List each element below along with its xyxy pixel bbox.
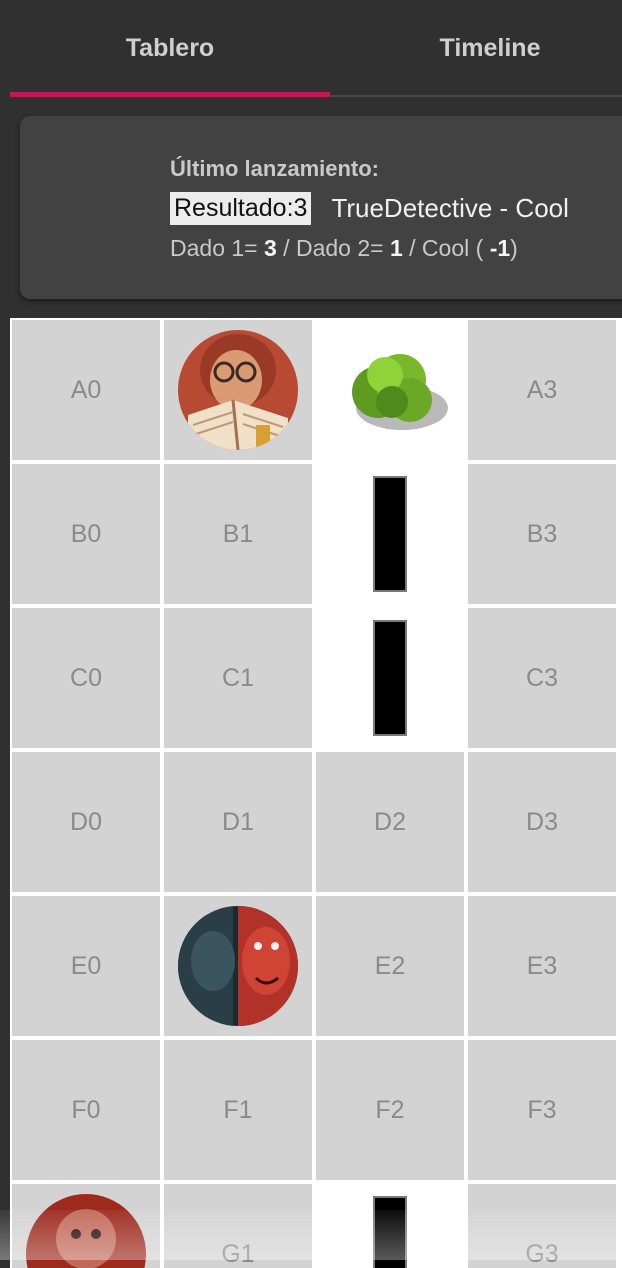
cell-label: F0 xyxy=(71,1096,100,1125)
board-cell-b3[interactable]: B3 xyxy=(468,464,616,604)
wall-piece[interactable] xyxy=(373,1196,407,1268)
roll-player: TrueDetective - Cool xyxy=(331,193,568,224)
cell-label: C1 xyxy=(222,664,254,693)
board-cell-e0[interactable]: E0 xyxy=(12,896,160,1036)
bush-icon[interactable] xyxy=(330,330,450,450)
dice-detail: Dado 1= 3 / Dado 2= 1 / Cool ( -1) xyxy=(170,235,518,262)
cell-label: E2 xyxy=(375,952,406,981)
demon-character-token[interactable] xyxy=(178,906,298,1026)
cell-label: C3 xyxy=(526,664,558,693)
cell-label: A3 xyxy=(527,376,558,405)
board-cell-d3[interactable]: D3 xyxy=(468,752,616,892)
board-cell-c1[interactable]: C1 xyxy=(164,608,312,748)
cell-label: A0 xyxy=(71,376,102,405)
board-cell-e2[interactable]: E2 xyxy=(316,896,464,1036)
dice2-value: 1 xyxy=(390,235,403,261)
board-cell-f1[interactable]: F1 xyxy=(164,1040,312,1180)
cell-label: D3 xyxy=(526,808,558,837)
cell-label: F2 xyxy=(375,1096,404,1125)
cell-label: D1 xyxy=(222,808,254,837)
cell-label: B0 xyxy=(71,520,102,549)
board-cell-c3[interactable]: C3 xyxy=(468,608,616,748)
cell-label: F3 xyxy=(527,1096,556,1125)
board-cell-d0[interactable]: D0 xyxy=(12,752,160,892)
game-board: A0 A3 B0 B1 B3 C0 C1 C3 D0 D1 D2 D3 E0 E2 E3 F0 F1 F2 F3 G1… xyxy=(10,318,622,1268)
cell-label: B3 xyxy=(527,520,558,549)
reader-character-token[interactable] xyxy=(178,330,298,450)
modifier-value: -1 xyxy=(490,235,510,261)
board-cell-g3[interactable]: G3 xyxy=(468,1184,616,1268)
board-cell-b0[interactable]: B0 xyxy=(12,464,160,604)
board-cell-a3[interactable]: A3 xyxy=(468,320,616,460)
board-cell-d2[interactable]: D2 xyxy=(316,752,464,892)
dice1-value: 3 xyxy=(264,235,277,261)
cell-label: F1 xyxy=(223,1096,252,1125)
last-roll-title: Último lanzamiento: xyxy=(170,156,379,182)
cell-label: E0 xyxy=(71,952,102,981)
board-cell-b1[interactable]: B1 xyxy=(164,464,312,604)
wall-piece[interactable] xyxy=(373,476,407,592)
board-cell-f3[interactable]: F3 xyxy=(468,1040,616,1180)
board-cell-a0[interactable]: A0 xyxy=(12,320,160,460)
cell-label: G3 xyxy=(525,1240,558,1268)
tab-bar: Tablero Timeline xyxy=(0,0,622,97)
board-cell-g1[interactable]: G1 xyxy=(164,1184,312,1268)
dice1-label: Dado 1= xyxy=(170,235,264,261)
last-roll-card: Último lanzamiento: Resultado:3 TrueDete… xyxy=(20,116,622,299)
cell-label: D0 xyxy=(70,808,102,837)
board-cell-f0[interactable]: F0 xyxy=(12,1040,160,1180)
cell-label: B1 xyxy=(223,520,254,549)
wall-piece[interactable] xyxy=(373,620,407,736)
tab-timeline[interactable]: Timeline xyxy=(330,0,622,96)
tab-divider xyxy=(330,95,622,97)
modifier-label: / Cool ( xyxy=(403,235,490,261)
cell-label: C0 xyxy=(70,664,102,693)
tab-tablero[interactable]: Tablero xyxy=(10,0,330,96)
board-cell-d1[interactable]: D1 xyxy=(164,752,312,892)
board-cell-e3[interactable]: E3 xyxy=(468,896,616,1036)
cell-label: D2 xyxy=(374,808,406,837)
active-tab-indicator xyxy=(10,92,330,97)
cell-label: G1 xyxy=(221,1240,254,1268)
board-cell-f2[interactable]: F2 xyxy=(316,1040,464,1180)
board-cell-c0[interactable]: C0 xyxy=(12,608,160,748)
modifier-suffix: ) xyxy=(510,235,518,261)
result-badge: Resultado:3 xyxy=(170,192,311,225)
dice2-label: / Dado 2= xyxy=(277,235,390,261)
cell-label: E3 xyxy=(527,952,558,981)
